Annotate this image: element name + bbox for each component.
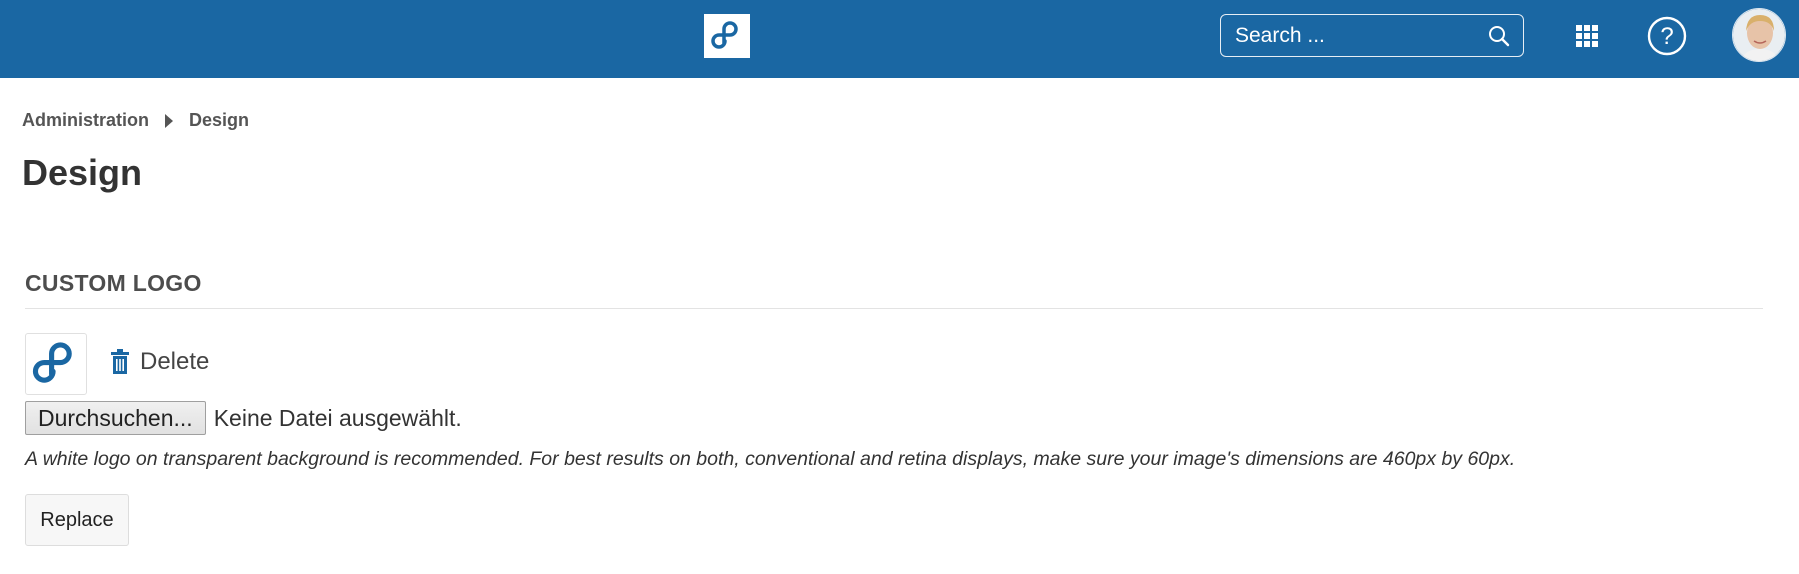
avatar-image xyxy=(1733,9,1785,61)
browse-button[interactable]: Durchsuchen... xyxy=(25,401,206,435)
section-title-custom-logo: CUSTOM LOGO xyxy=(25,270,202,296)
app-logo[interactable] xyxy=(704,14,750,58)
current-logo-preview xyxy=(25,333,87,395)
openproject-logo-icon xyxy=(711,21,738,49)
section-divider xyxy=(25,308,1763,309)
search-box xyxy=(1220,14,1524,57)
file-status: Keine Datei ausgewählt. xyxy=(213,404,462,431)
help-icon[interactable]: ? xyxy=(1647,16,1687,56)
breadcrumb-item-administration[interactable]: Administration xyxy=(22,110,149,131)
chevron-right-icon xyxy=(165,113,174,128)
top-header: ? xyxy=(0,0,1799,78)
logo-hint-text: A white logo on transparent background i… xyxy=(25,448,1516,470)
breadcrumb: Administration Design xyxy=(22,110,249,131)
delete-label: Delete xyxy=(140,348,210,375)
openproject-logo-icon xyxy=(32,342,72,383)
grid-icon[interactable] xyxy=(1575,24,1599,48)
svg-text:?: ? xyxy=(1660,23,1673,50)
user-avatar[interactable] xyxy=(1732,8,1786,62)
trash-icon xyxy=(111,349,129,374)
search-input[interactable] xyxy=(1221,15,1485,56)
delete-logo-button[interactable]: Delete xyxy=(110,348,209,376)
breadcrumb-item-design: Design xyxy=(189,110,250,130)
page-title: Design xyxy=(22,152,143,193)
replace-button[interactable]: Replace xyxy=(25,494,129,546)
search-icon[interactable] xyxy=(1487,24,1511,48)
file-input: Durchsuchen... Keine Datei ausgewählt. xyxy=(25,401,462,435)
